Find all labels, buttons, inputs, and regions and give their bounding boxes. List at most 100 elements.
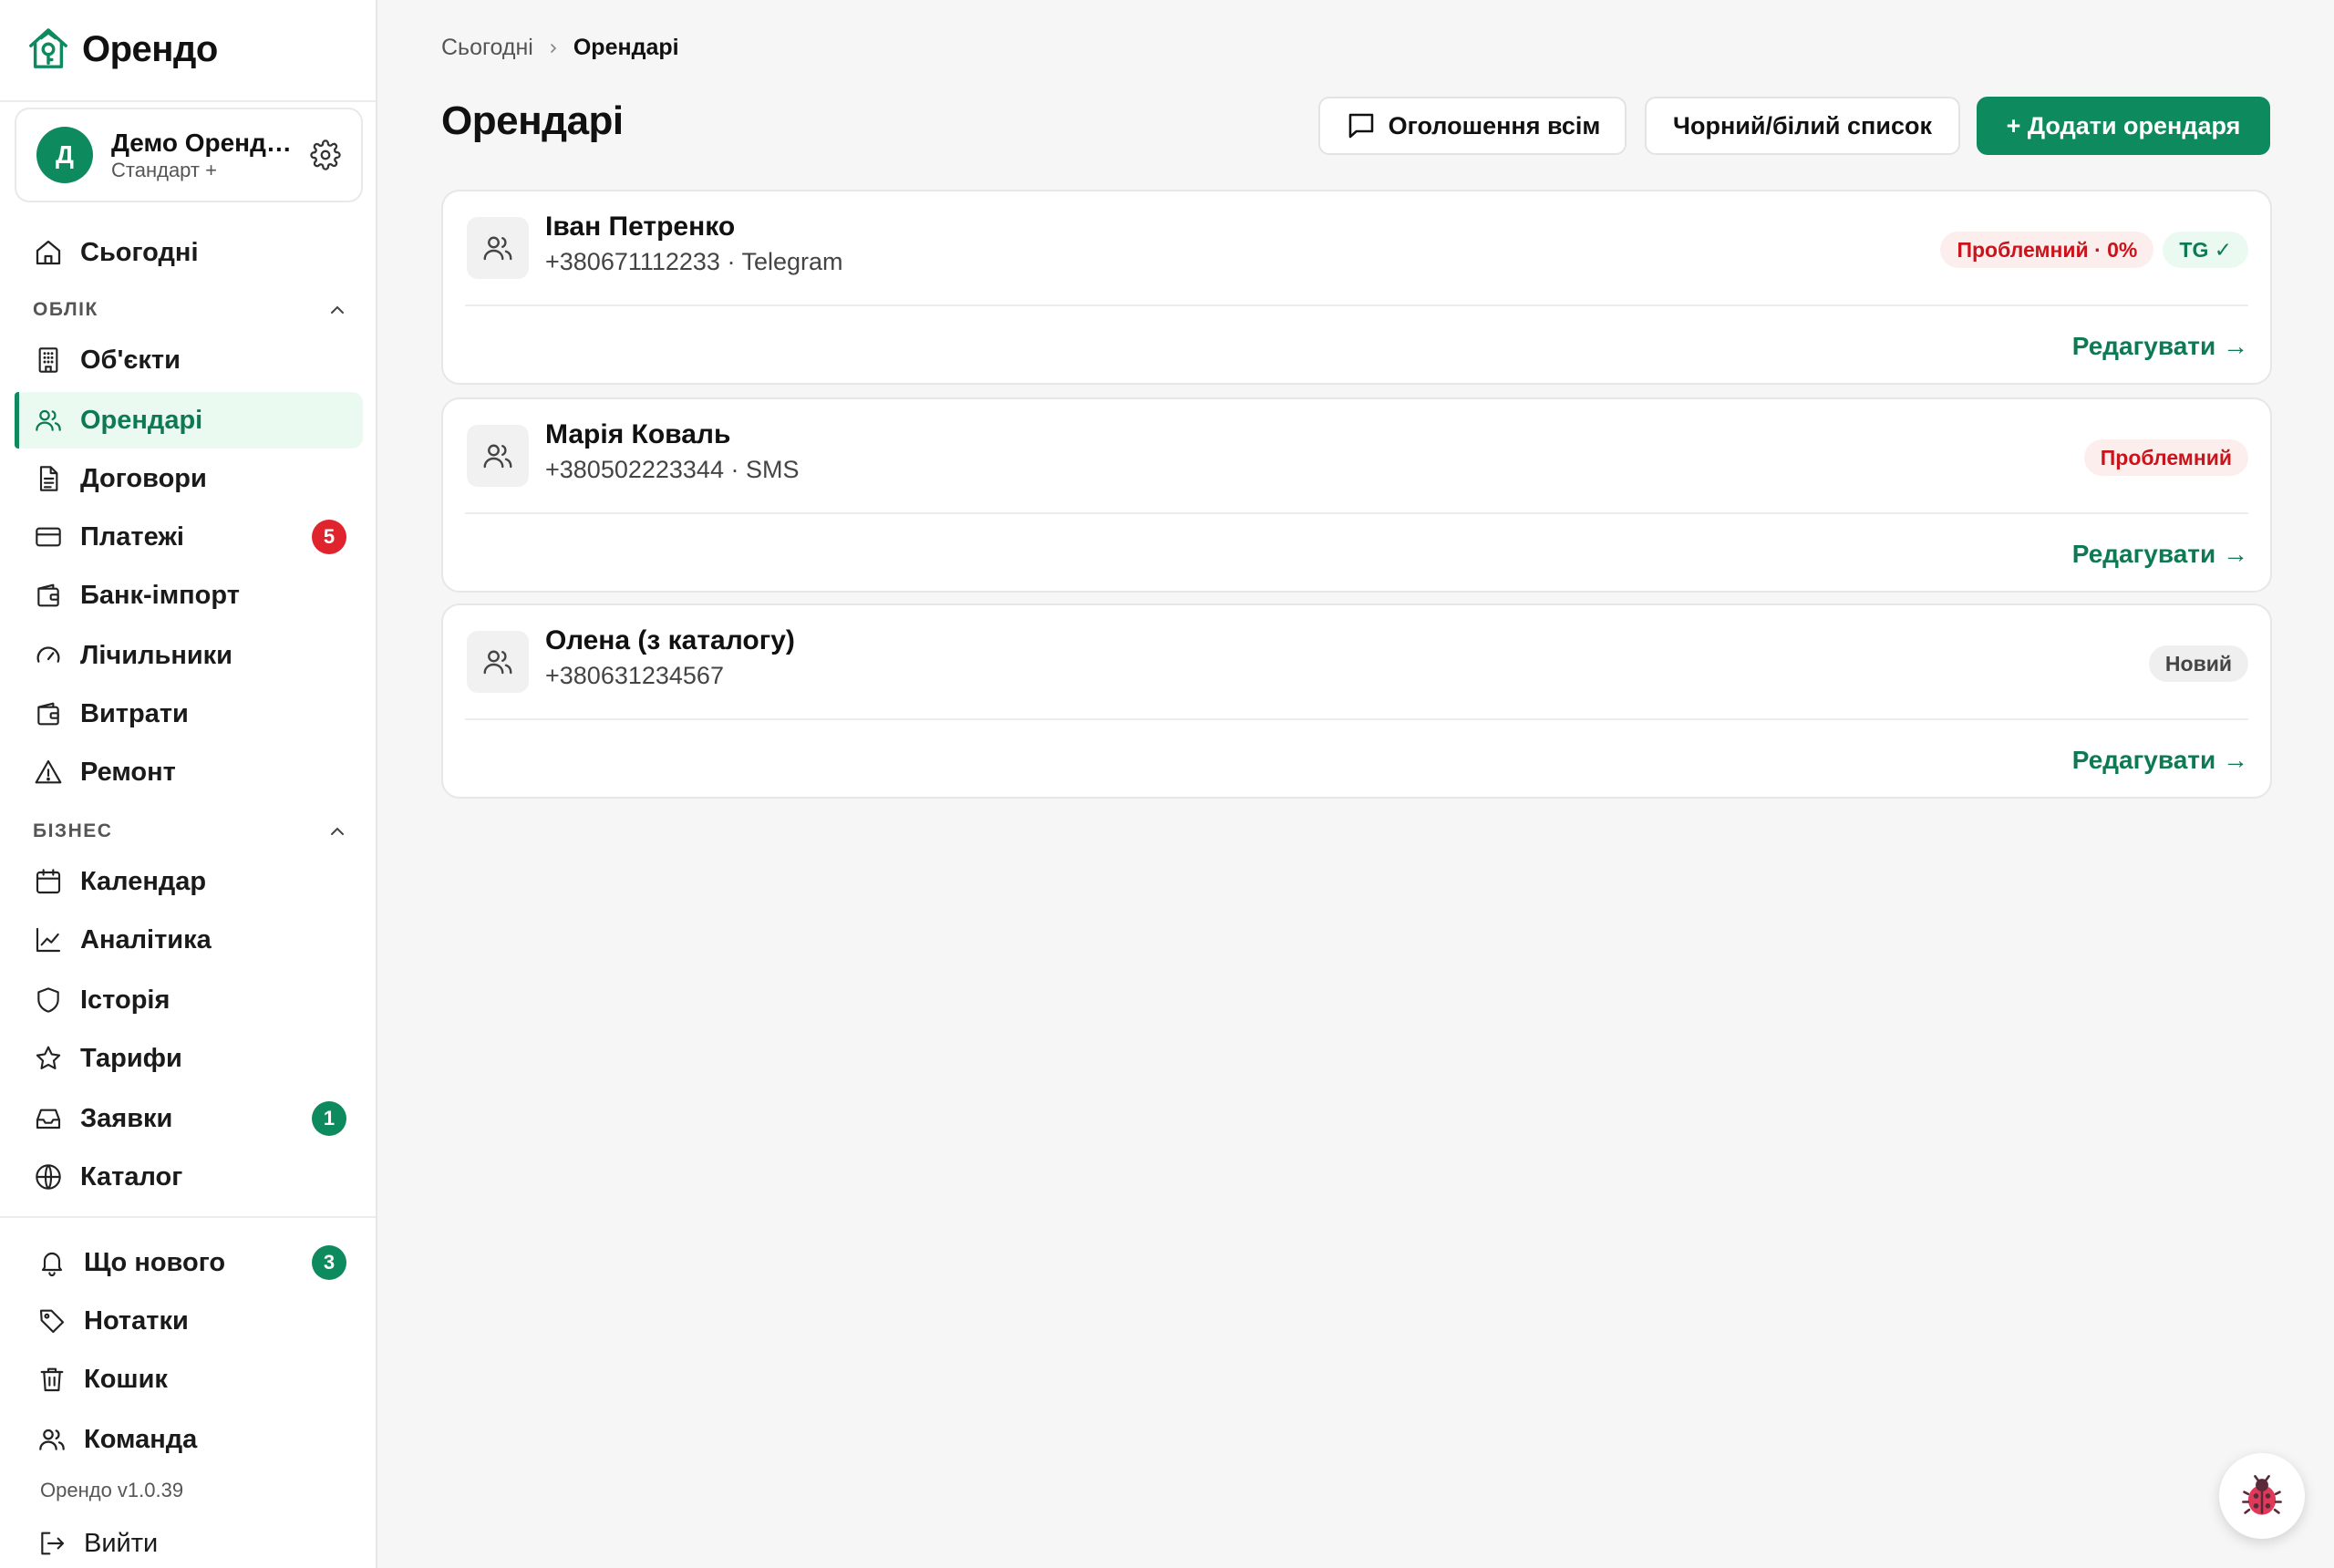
requests-count-badge: 1 [312,1101,346,1136]
sidebar-item-tenants[interactable]: Орендарі [15,392,363,449]
chevron-right-icon [551,43,557,53]
tag-icon [36,1305,67,1336]
sidebar-item-bank-import[interactable]: Банк-імпорт [15,567,363,624]
breadcrumb: Сьогодні Орендарі [441,35,679,61]
sidebar-item-today[interactable]: Сьогодні [15,224,363,281]
sidebar-item-label: Команда [84,1424,198,1454]
wallet-icon [33,698,64,729]
users-icon [467,217,529,279]
credit-card-icon [33,521,64,552]
sidebar-item-label: Орендарі [80,405,203,435]
chart-line-icon [33,924,64,955]
bug-report-button[interactable] [2219,1453,2305,1539]
sidebar-item-team[interactable]: Команда [18,1411,367,1468]
sidebar-item-label: Нотатки [84,1305,189,1336]
sidebar-item-analytics[interactable]: Аналітика [15,912,363,968]
account-name: Демо Орендодавець [111,129,299,157]
logout-icon [36,1528,67,1559]
gauge-icon [33,640,64,671]
sidebar-item-history[interactable]: Історія [15,972,363,1028]
announce-all-button[interactable]: Оголошення всім [1318,97,1627,155]
sidebar-item-repair[interactable]: Ремонт [15,744,363,800]
sidebar-item-label: Сьогодні [80,237,199,267]
tenant-name: Іван Петренко [545,211,736,242]
building-icon [33,345,64,376]
section-business-toggle[interactable]: БІЗНЕС [33,820,348,842]
edit-tenant-link[interactable]: Редагувати → [2072,746,2248,775]
sidebar-item-label: Аналітика [80,924,212,954]
tenant-card: Марія Коваль +380502223344 · SMS Проблем… [441,397,2272,593]
telegram-badge: TG ✓ [2163,232,2248,268]
tenant-contact: +380502223344 · SMS [545,456,800,483]
calendar-icon [33,866,64,897]
trash-icon [36,1364,67,1395]
sidebar-item-label: Об'єкти [80,345,181,375]
sidebar-item-calendar[interactable]: Календар [15,853,363,910]
status-badge-problem: Проблемний [2083,439,2248,476]
sidebar-item-label: Кошик [84,1364,168,1394]
sidebar-item-label: Договори [80,463,207,493]
house-logo-icon [29,28,67,68]
logout-button[interactable]: Вийти [18,1515,367,1568]
wallet-icon [33,580,64,611]
status-badge-problem: Проблемний · 0% [1940,232,2154,268]
sidebar-item-label: Лічильники [80,640,233,670]
sidebar-item-contracts[interactable]: Договори [15,450,363,507]
divider [465,512,2248,514]
tenant-contact: +380631234567 [545,662,724,689]
tenant-contact: +380671112233 · Telegram [545,248,843,275]
users-icon [467,631,529,693]
inbox-icon [33,1103,64,1134]
sidebar-item-label: Заявки [80,1103,173,1133]
document-icon [33,463,64,494]
announce-all-label: Оголошення всім [1388,111,1601,139]
breadcrumb-home-link[interactable]: Сьогодні [441,35,533,61]
sidebar-item-tariffs[interactable]: Тарифи [15,1030,363,1087]
sidebar-item-label: Витрати [80,698,189,728]
add-tenant-button[interactable]: + Додати орендаря [1977,97,2270,155]
sidebar-item-label: Банк-імпорт [80,580,240,610]
logout-label: Вийти [84,1528,159,1558]
sidebar-item-whats-new[interactable]: Що нового 3 [18,1234,367,1291]
users-icon [36,1424,67,1455]
sidebar-item-notes[interactable]: Нотатки [18,1293,367,1349]
status-badge-new: Новий [2148,645,2248,682]
star-icon [33,1043,64,1074]
sidebar-item-meters[interactable]: Лічильники [15,627,363,684]
account-plan: Стандарт + [111,159,217,181]
whats-new-count-badge: 3 [312,1245,346,1280]
sidebar-item-label: Платежі [80,521,184,552]
section-accounting-toggle[interactable]: ОБЛІК [33,299,348,321]
section-title: БІЗНЕС [33,820,113,841]
edit-tenant-link[interactable]: Редагувати → [2072,540,2248,569]
sidebar-item-trash[interactable]: Кошик [18,1351,367,1408]
sidebar-item-label: Історія [80,985,170,1015]
account-switcher[interactable]: Д Демо Орендодавець Стандарт + [15,108,363,202]
warning-icon [33,757,64,788]
bell-icon [36,1247,67,1278]
users-icon [33,405,64,436]
tenant-card: Іван Петренко +380671112233 · Telegram П… [441,190,2272,385]
chevron-up-icon [331,305,344,314]
sidebar-item-label: Каталог [80,1161,183,1191]
ladybug-icon [2242,1475,2282,1515]
tenant-card: Олена (з каталогу) +380631234567 Новий Р… [441,603,2272,799]
breadcrumb-current: Орендарі [573,35,679,60]
sidebar-item-objects[interactable]: Об'єкти [15,332,363,388]
chevron-up-icon [331,827,344,835]
sidebar-item-label: Календар [80,866,207,896]
home-icon [33,237,64,268]
sidebar-item-expenses[interactable]: Витрати [15,686,363,742]
sidebar-item-payments[interactable]: Платежі 5 [15,509,363,565]
payments-count-badge: 5 [312,520,346,554]
tenant-name: Марія Коваль [545,419,731,449]
add-tenant-label: + Додати орендаря [2006,111,2241,139]
divider [465,718,2248,720]
edit-tenant-link[interactable]: Редагувати → [2072,332,2248,361]
blacklist-button[interactable]: Чорний/білий список [1645,97,1960,155]
sidebar-item-catalog[interactable]: Каталог [15,1149,363,1205]
gear-icon[interactable] [310,139,341,170]
app-logo[interactable]: Орендо [27,24,218,75]
sidebar-item-requests[interactable]: Заявки 1 [15,1090,363,1147]
divider [0,100,376,102]
